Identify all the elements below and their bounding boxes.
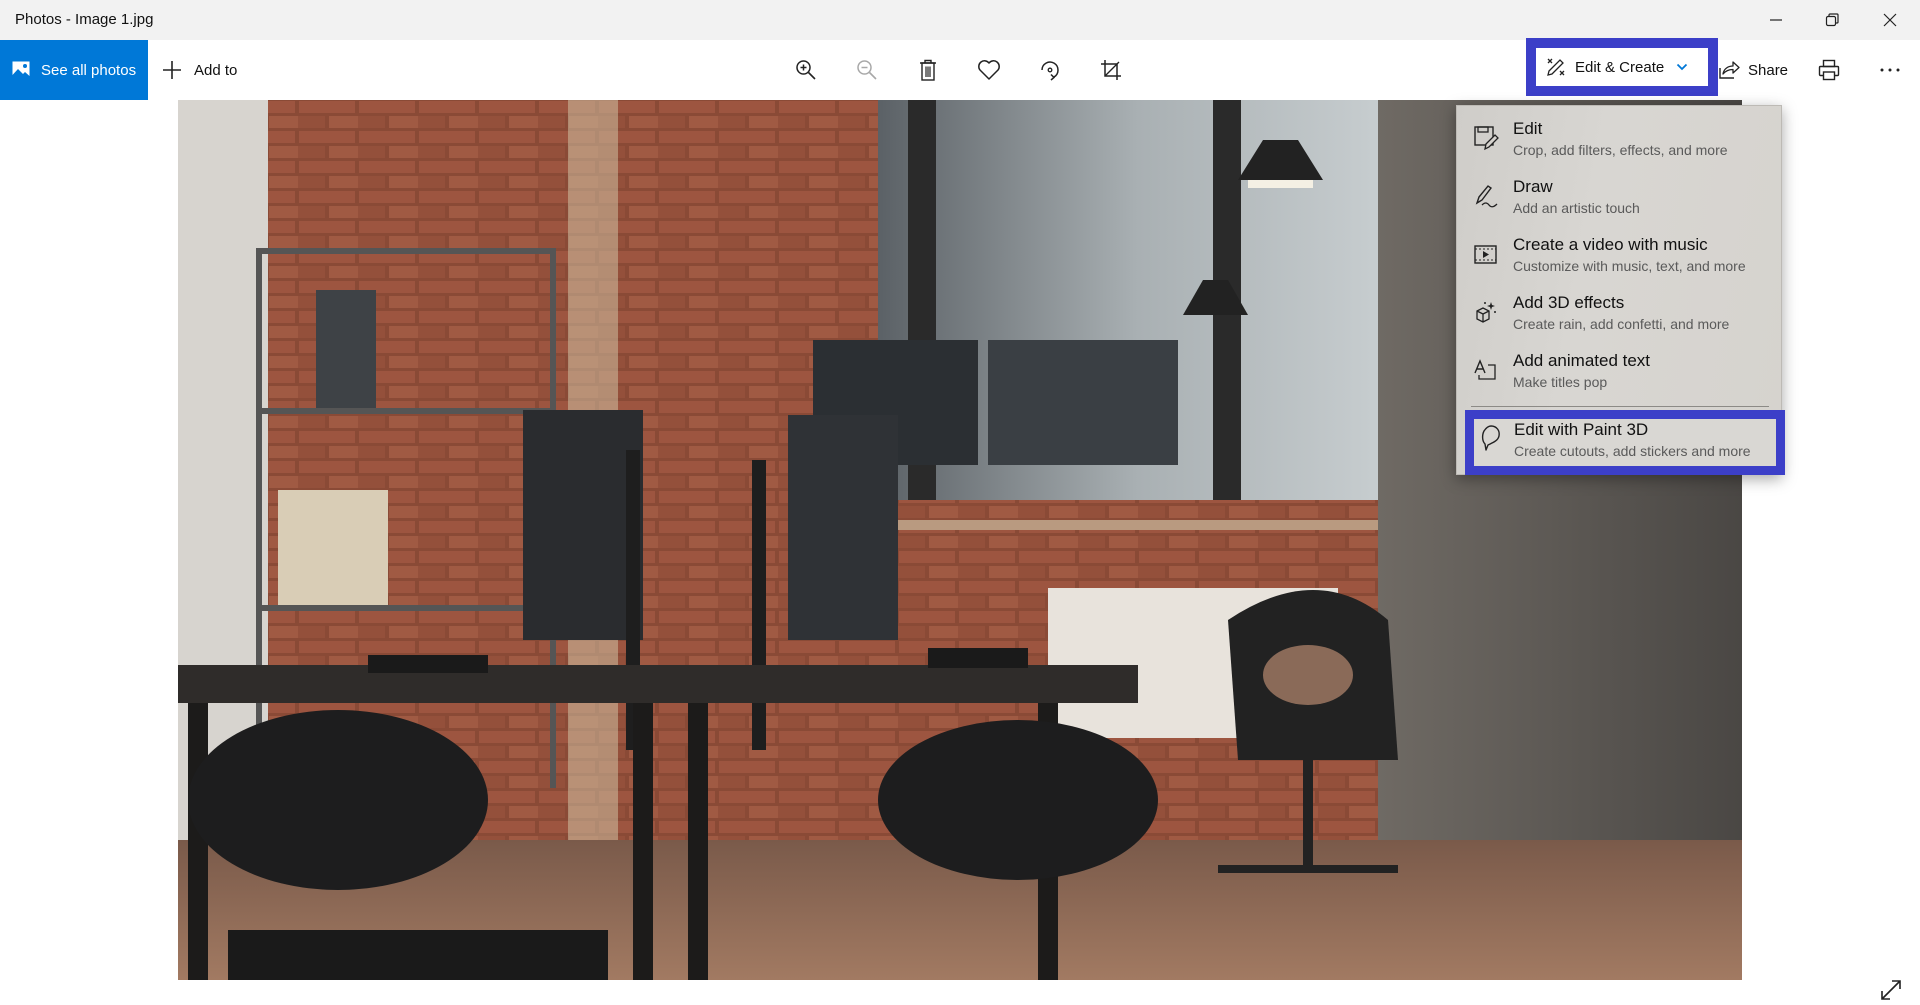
share-label: Share (1748, 61, 1789, 79)
menu-item-subtitle: Make titles pop (1513, 374, 1608, 390)
edit-create-icon (1547, 58, 1565, 76)
menu-item-title: Draw (1513, 177, 1553, 196)
menu-item-edit[interactable]: Edit Crop, add filters, effects, and mor… (1457, 111, 1783, 169)
share-icon (1719, 61, 1740, 79)
close-button[interactable] (1862, 0, 1918, 40)
menu-item-title: Edit (1513, 119, 1543, 138)
menu-item-title: Add 3D effects (1513, 293, 1625, 312)
title-bar: Photos - Image 1.jpg (0, 0, 1920, 40)
favorite-heart-icon (978, 60, 1000, 80)
close-icon (1883, 13, 1897, 27)
edit-create-button[interactable]: Edit & Create (1526, 38, 1718, 96)
menu-item-create-video[interactable]: Create a video with music Customize with… (1457, 227, 1783, 285)
full-screen-button[interactable] (1876, 975, 1906, 1005)
menu-item-3d-effects[interactable]: Add 3D effects Create rain, add confetti… (1457, 285, 1783, 343)
rotate-button[interactable] (1028, 40, 1072, 100)
delete-button[interactable] (906, 40, 950, 100)
draw-pen-icon (1471, 181, 1501, 211)
chevron-down-icon (1677, 63, 1688, 71)
see-all-photos-label: See all photos (41, 61, 137, 79)
crop-button[interactable] (1089, 40, 1133, 100)
menu-divider (1471, 406, 1769, 407)
paint3d-icon (1476, 423, 1506, 453)
toolbar: See all photos Add to Edit & Create Shar… (0, 38, 1920, 100)
menu-item-subtitle: Create cutouts, add stickers and more (1514, 443, 1751, 459)
photos-icon (12, 61, 30, 79)
add-to-label: Add to (194, 61, 238, 79)
rotate-icon (1041, 61, 1059, 81)
video-icon (1471, 239, 1501, 269)
menu-item-animated-text[interactable]: Add animated text Make titles pop (1457, 343, 1783, 401)
menu-item-subtitle: Add an artistic touch (1513, 200, 1640, 216)
zoom-in-icon (796, 60, 816, 80)
share-button[interactable]: Share (1718, 40, 1788, 100)
menu-item-subtitle: Crop, add filters, effects, and more (1513, 142, 1728, 158)
3d-effects-icon (1471, 297, 1501, 327)
see-all-photos-button[interactable]: See all photos (0, 40, 148, 100)
plus-icon (163, 61, 181, 79)
print-icon (1818, 59, 1840, 81)
edit-icon (1471, 123, 1501, 153)
crop-icon (1101, 60, 1121, 80)
zoom-out-button[interactable] (845, 40, 889, 100)
minimize-button[interactable] (1748, 0, 1804, 40)
expand-icon (1881, 980, 1901, 1000)
edit-create-menu: Edit Crop, add filters, effects, and mor… (1456, 105, 1785, 475)
menu-item-subtitle: Customize with music, text, and more (1513, 258, 1746, 274)
window-title: Photos - Image 1.jpg (15, 11, 154, 28)
menu-item-edit-with-paint-3d[interactable]: Edit with Paint 3D Create cutouts, add s… (1465, 410, 1785, 475)
favorite-button[interactable] (967, 40, 1011, 100)
minimize-icon (1770, 19, 1782, 21)
more-options-icon (1880, 68, 1900, 72)
menu-item-title: Edit with Paint 3D (1514, 420, 1649, 439)
edit-create-label: Edit & Create (1575, 58, 1665, 76)
menu-item-draw[interactable]: Draw Add an artistic touch (1457, 169, 1783, 227)
menu-item-title: Create a video with music (1513, 235, 1708, 254)
animated-text-icon (1471, 355, 1501, 385)
add-to-button[interactable]: Add to (162, 40, 237, 100)
zoom-out-icon (857, 60, 877, 80)
more-options-button[interactable] (1868, 40, 1912, 100)
menu-item-title: Add animated text (1513, 351, 1651, 370)
print-button[interactable] (1807, 40, 1851, 100)
restore-icon (1825, 13, 1839, 27)
delete-icon (920, 59, 936, 81)
restore-button[interactable] (1804, 0, 1860, 40)
zoom-in-button[interactable] (784, 40, 828, 100)
menu-item-subtitle: Create rain, add confetti, and more (1513, 316, 1730, 332)
